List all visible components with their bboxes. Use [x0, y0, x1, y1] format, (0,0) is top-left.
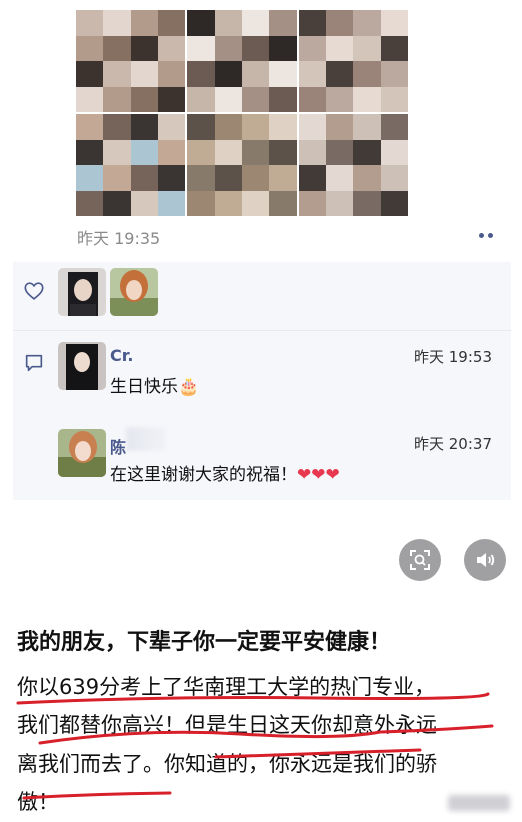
avatar[interactable] — [58, 342, 106, 390]
heart-icon — [24, 282, 44, 300]
heart-emojis: ❤❤❤ — [297, 465, 340, 485]
blurred-name — [126, 427, 166, 451]
avatar[interactable] — [58, 429, 106, 477]
comment-text: 在这里谢谢大家的祝福！❤❤❤ — [110, 460, 340, 485]
divider — [13, 330, 511, 331]
comment-text: 生日快乐🎂 — [110, 372, 199, 397]
article-line: 我们都替你高兴！但是生日这天你却意外永远 — [17, 713, 437, 737]
article-line: 离我们而去了。你知道的，你永远是我们的骄 — [17, 752, 437, 776]
photo-thumbnail[interactable] — [187, 114, 297, 216]
comment-author[interactable]: 陈 — [110, 434, 126, 458]
article-line: 傲！ — [17, 790, 59, 814]
speaker-icon — [477, 553, 495, 567]
photo-thumbnail[interactable] — [187, 10, 297, 112]
comment-time: 昨天 20:37 — [414, 435, 492, 453]
comment-body: 在这里谢谢大家的祝福！ — [110, 465, 297, 485]
birthday-cake-emoji: 🎂 — [178, 377, 200, 397]
comment-icon — [25, 354, 43, 372]
more-icon[interactable] — [474, 228, 498, 242]
likes-comments-panel: Cr. 昨天 19:53 生日快乐🎂 陈 昨天 20:37 在这里谢谢大家的祝福… — [13, 262, 511, 500]
likes-row — [13, 262, 511, 326]
comment-time: 昨天 19:53 — [414, 348, 492, 366]
photo-thumbnail[interactable] — [298, 114, 408, 216]
photo-thumbnail[interactable] — [76, 114, 186, 216]
comment-author[interactable]: Cr. — [110, 346, 133, 365]
scan-button[interactable] — [399, 539, 441, 581]
article-line: 你以639分考上了华南理工大学的热门专业， — [17, 675, 436, 699]
scan-icon — [410, 550, 430, 570]
photo-thumbnail[interactable] — [76, 10, 186, 112]
moments-photo-grid[interactable] — [76, 10, 408, 216]
comment-body: 生日快乐 — [110, 377, 178, 397]
avatar[interactable] — [58, 268, 106, 316]
watermark — [448, 795, 510, 811]
article-headline: 我的朋友，下辈子你一定要平安健康！ — [17, 630, 392, 655]
avatar[interactable] — [110, 268, 158, 316]
speaker-button[interactable] — [464, 539, 506, 581]
photo-thumbnail[interactable] — [298, 10, 408, 112]
post-timestamp: 昨天 19:35 — [77, 229, 161, 248]
